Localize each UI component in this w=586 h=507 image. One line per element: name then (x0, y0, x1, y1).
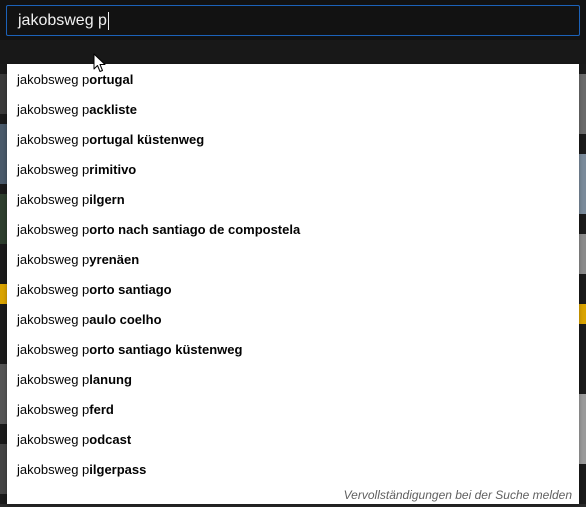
suggestion-item[interactable]: jakobsweg podcast (7, 425, 579, 455)
suggestion-typed-text: jakobsweg p (17, 312, 90, 327)
suggestion-completion-text: ortugal (89, 72, 134, 87)
suggestion-item[interactable]: jakobsweg primitivo (7, 155, 579, 185)
suggestion-typed-text: jakobsweg p (17, 282, 90, 297)
suggestion-completion-text: lanung (89, 372, 132, 387)
suggestion-typed-text: jakobsweg p (17, 72, 90, 87)
suggestion-item[interactable]: jakobsweg packliste (7, 95, 579, 125)
background-thumbnail-left (0, 64, 7, 507)
suggestion-completion-text: ortugal küstenweg (89, 132, 205, 147)
suggestion-completion-text: yrenäen (89, 252, 140, 267)
suggestion-typed-text: jakobsweg p (17, 222, 90, 237)
suggestion-completion-text: ilgerpass (89, 462, 147, 477)
suggestion-item[interactable]: jakobsweg porto nach santiago de compost… (7, 215, 579, 245)
suggestion-item[interactable]: jakobsweg pferd (7, 395, 579, 425)
suggestion-typed-text: jakobsweg p (17, 252, 90, 267)
suggestion-item[interactable]: jakobsweg pyrenäen (7, 245, 579, 275)
suggestion-typed-text: jakobsweg p (17, 102, 90, 117)
suggestion-item[interactable]: jakobsweg pilgerpass (7, 455, 579, 485)
search-input-value: jakobsweg p (18, 11, 107, 29)
suggestion-completion-text: aulo coelho (89, 312, 162, 327)
suggestion-item[interactable]: jakobsweg porto santiago küstenweg (7, 335, 579, 365)
suggestion-typed-text: jakobsweg p (17, 342, 90, 357)
suggestion-item[interactable]: jakobsweg paulo coelho (7, 305, 579, 335)
suggestion-typed-text: jakobsweg p (17, 402, 90, 417)
page: jakobsweg p jakobsweg portugal jakobsweg… (0, 0, 586, 507)
suggestion-item[interactable]: jakobsweg portugal küstenweg (7, 125, 579, 155)
suggestion-completion-text: orto santiago (89, 282, 172, 297)
suggestion-typed-text: jakobsweg p (17, 132, 90, 147)
suggestion-typed-text: jakobsweg p (17, 432, 90, 447)
suggestion-completion-text: orto santiago küstenweg (89, 342, 243, 357)
mouse-pointer-icon (93, 53, 106, 72)
background-thumbnail-right (579, 64, 586, 507)
suggestion-completion-text: ilgern (89, 192, 125, 207)
suggestion-item[interactable]: jakobsweg porto santiago (7, 275, 579, 305)
report-suggestions-link[interactable]: Vervollständigungen bei der Suche melden (344, 488, 572, 502)
suggestion-completion-text: ferd (89, 402, 114, 417)
suggestion-completion-text: ackliste (89, 102, 137, 117)
suggestion-typed-text: jakobsweg p (17, 462, 90, 477)
suggestion-typed-text: jakobsweg p (17, 372, 90, 387)
suggestion-typed-text: jakobsweg p (17, 162, 90, 177)
suggestion-typed-text: jakobsweg p (17, 192, 90, 207)
suggestion-completion-text: rimitivo (89, 162, 137, 177)
search-input[interactable]: jakobsweg p (6, 5, 580, 36)
suggestion-item[interactable]: jakobsweg planung (7, 365, 579, 395)
suggestion-completion-text: orto nach santiago de compostela (89, 222, 301, 237)
autocomplete-dropdown: jakobsweg portugal jakobsweg packliste j… (7, 64, 579, 504)
header-divider (0, 40, 586, 64)
suggestion-completion-text: odcast (89, 432, 132, 447)
text-caret (107, 11, 109, 30)
suggestion-item[interactable]: jakobsweg pilgern (7, 185, 579, 215)
